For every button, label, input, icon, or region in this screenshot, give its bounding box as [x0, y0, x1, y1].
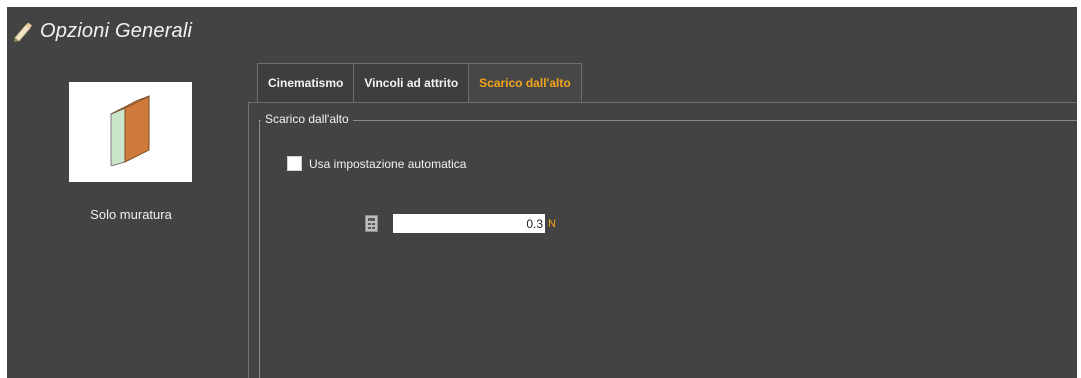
- auto-setting-row: Usa impostazione automatica: [287, 156, 466, 171]
- calculator-icon[interactable]: [365, 215, 378, 232]
- load-value-row: N: [365, 214, 556, 233]
- auto-setting-label[interactable]: Usa impostazione automatica: [309, 157, 466, 171]
- auto-setting-checkbox[interactable]: [287, 156, 302, 171]
- tab-cinematismo[interactable]: Cinematismo: [257, 63, 355, 102]
- element-preview[interactable]: [69, 82, 192, 182]
- tab-scarico-dall-alto[interactable]: Scarico dall'alto: [468, 63, 582, 102]
- window-title: Opzioni Generali: [40, 19, 193, 42]
- options-window: Opzioni Generali Solo muratura Cinematis…: [7, 7, 1077, 378]
- left-panel: Solo muratura: [7, 55, 243, 378]
- tab-content-panel: Scarico dall'alto Usa impostazione autom…: [248, 102, 1077, 378]
- title-bar: Opzioni Generali: [7, 7, 1077, 55]
- tab-vincoli-ad-attrito[interactable]: Vincoli ad attrito: [353, 63, 470, 102]
- tab-bar: Cinematismo Vincoli ad attrito Scarico d…: [257, 63, 582, 102]
- group-box-title: Scarico dall'alto: [261, 112, 353, 126]
- unit-label: N: [548, 217, 556, 230]
- pencil-icon: [11, 19, 35, 43]
- masonry-wall-icon: [103, 94, 159, 171]
- load-value-input[interactable]: [393, 214, 545, 233]
- preview-caption: Solo muratura: [90, 207, 172, 222]
